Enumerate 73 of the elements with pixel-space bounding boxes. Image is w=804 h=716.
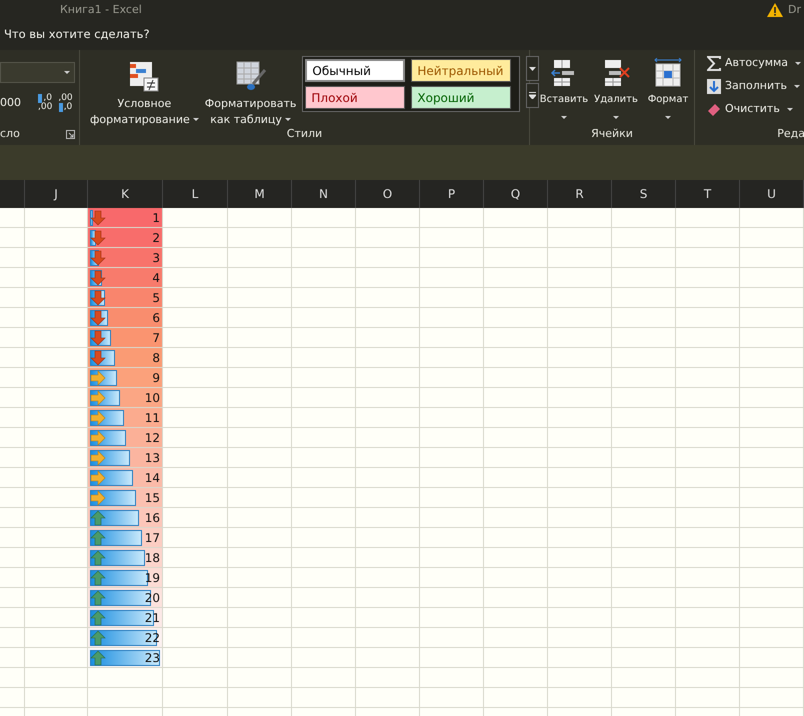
up-arrow-icon bbox=[90, 570, 106, 586]
scroll-down-button[interactable] bbox=[526, 56, 540, 81]
up-arrow-icon bbox=[90, 530, 106, 546]
data-cell[interactable]: 5 bbox=[88, 288, 163, 308]
down-arrow-icon bbox=[90, 230, 106, 246]
dialog-launcher-icon[interactable] bbox=[66, 130, 75, 138]
data-cell[interactable]: 2 bbox=[88, 228, 163, 248]
up-arrow-icon bbox=[90, 650, 106, 666]
data-cell[interactable]: 16 bbox=[88, 508, 163, 528]
right-arrow-icon bbox=[90, 490, 106, 506]
data-cell[interactable]: 7 bbox=[88, 328, 163, 348]
data-cell[interactable]: 6 bbox=[88, 308, 163, 328]
data-cell[interactable]: 9 bbox=[88, 368, 163, 388]
ribbon-button[interactable]: Заполнить bbox=[703, 75, 804, 98]
cell-style-option[interactable]: Плохой bbox=[305, 86, 406, 109]
right-arrow-icon bbox=[90, 410, 106, 426]
data-cell[interactable]: 15 bbox=[88, 488, 163, 508]
data-cell[interactable]: 8 bbox=[88, 348, 163, 368]
group-label: сло bbox=[0, 126, 20, 142]
window-title: Книга1 - Excel bbox=[60, 2, 142, 18]
down-arrow-icon bbox=[90, 270, 106, 286]
down-arrow-icon bbox=[90, 250, 106, 266]
up-arrow-icon bbox=[90, 590, 106, 606]
up-arrow-icon bbox=[90, 550, 106, 566]
gallery-more-button[interactable] bbox=[526, 83, 540, 108]
right-arrow-icon bbox=[90, 370, 106, 386]
tell-me-search-field[interactable]: Что вы хотите сделать? bbox=[0, 26, 200, 44]
ribbon-button[interactable]: Очистить bbox=[703, 98, 804, 121]
data-cell[interactable]: 4 bbox=[88, 268, 163, 288]
ribbon-button[interactable]: Автосумма bbox=[703, 52, 804, 75]
ribbon-button[interactable]: Условное форматирование bbox=[88, 56, 201, 132]
data-cell[interactable]: 3 bbox=[88, 248, 163, 268]
cell-style-option[interactable]: Хороший bbox=[411, 86, 512, 109]
down-arrow-icon bbox=[90, 210, 106, 226]
thousands-separator-button[interactable]: 000 bbox=[0, 95, 23, 111]
conditional-formatting-icon bbox=[128, 60, 160, 92]
up-arrow-icon bbox=[90, 610, 106, 626]
data-cell[interactable]: 10 bbox=[88, 388, 163, 408]
data-cell[interactable]: 1 bbox=[88, 208, 163, 228]
data-cell[interactable]: 23 bbox=[88, 648, 163, 668]
data-cell[interactable]: 18 bbox=[88, 548, 163, 568]
data-cell[interactable]: 17 bbox=[88, 528, 163, 548]
down-arrow-icon bbox=[90, 330, 106, 346]
account-name[interactable]: Dr bbox=[788, 2, 804, 18]
cell-style-option[interactable]: Обычный bbox=[305, 59, 406, 82]
format-as-table-icon bbox=[234, 60, 267, 92]
caret-icon bbox=[529, 66, 536, 70]
ribbon-button[interactable]: Вставить bbox=[538, 54, 590, 123]
right-arrow-icon bbox=[90, 390, 106, 406]
group-label: Реда bbox=[777, 126, 804, 142]
right-arrow-icon bbox=[90, 470, 106, 486]
more-icon bbox=[529, 92, 536, 99]
decimal-decrease-button[interactable]: ,00 ,0 bbox=[55, 94, 76, 112]
sigma-icon bbox=[707, 56, 721, 71]
fill-down-icon bbox=[707, 79, 721, 94]
group-label: Стили bbox=[286, 126, 322, 142]
up-arrow-icon bbox=[90, 630, 106, 646]
format-cells-icon bbox=[653, 58, 683, 88]
right-arrow-icon bbox=[90, 450, 106, 466]
data-cell[interactable]: 11 bbox=[88, 408, 163, 428]
ribbon-button[interactable]: Удалить bbox=[590, 54, 642, 123]
up-arrow-icon bbox=[90, 510, 106, 526]
data-cell[interactable]: 12 bbox=[88, 428, 163, 448]
warning-icon[interactable] bbox=[766, 3, 782, 17]
cell-style-option[interactable]: Нейтральный bbox=[411, 59, 512, 82]
right-arrow-icon bbox=[90, 430, 106, 446]
ribbon-button[interactable]: Формат bbox=[642, 54, 694, 123]
eraser-icon bbox=[707, 102, 721, 116]
data-cell[interactable]: 14 bbox=[88, 468, 163, 488]
group-label: Ячейки bbox=[591, 126, 633, 142]
data-cell[interactable]: 13 bbox=[88, 448, 163, 468]
decimal-increase-button[interactable]: ,0 ,00 bbox=[35, 94, 56, 112]
down-arrow-icon bbox=[90, 350, 106, 366]
